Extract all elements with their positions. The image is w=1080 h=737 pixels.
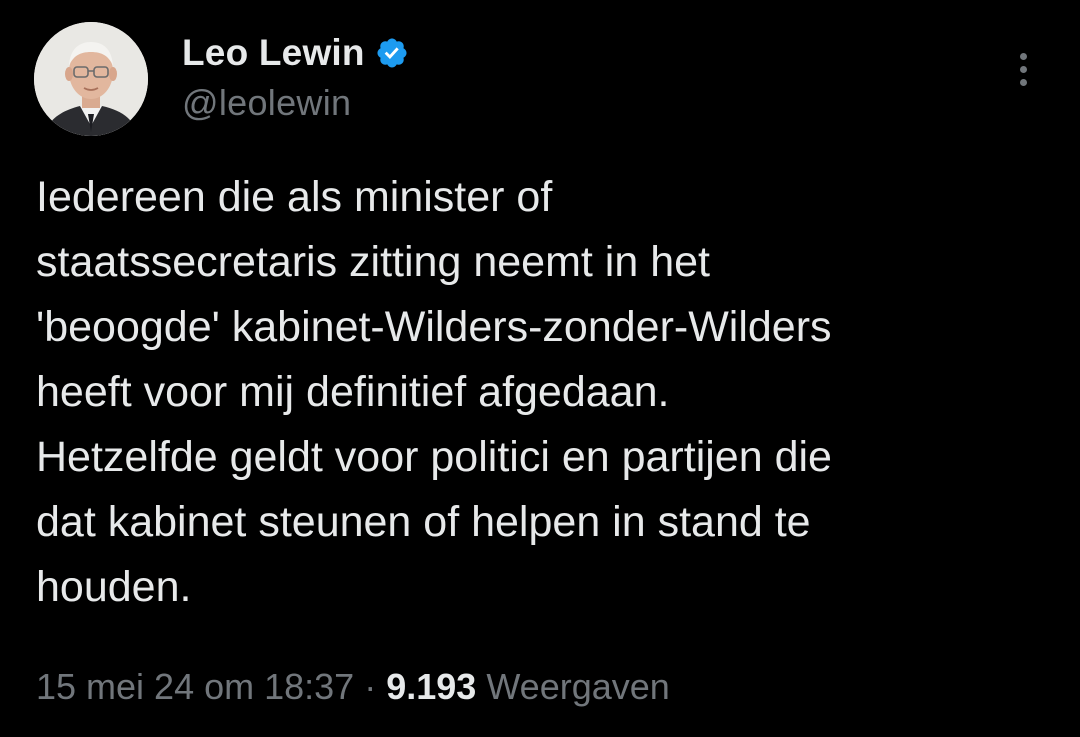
tweet-text-line: staatssecretaris zitting neemt in het [36, 238, 710, 286]
tweet: Leo Lewin @leolewin Iedereen die als min… [0, 0, 1080, 737]
views-count: 9.193 [386, 666, 477, 707]
author-name[interactable]: Leo Lewin [182, 32, 365, 74]
tweet-text-line: 'beoogde' kabinet-Wilders-zonder-Wilders [36, 303, 832, 351]
tweet-text-line: Iedereen die als minister of [36, 173, 553, 221]
meta-separator: · [364, 666, 377, 707]
tweet-text-line: heeft voor mij definitief afgedaan. [36, 368, 670, 416]
author-name-row: Leo Lewin [182, 30, 409, 76]
verified-badge-icon [375, 36, 409, 70]
more-options-icon[interactable] [1004, 46, 1042, 92]
tweet-text: Iedereen die als minister of staatssecre… [36, 165, 1046, 620]
tweet-text-line: dat kabinet steunen of helpen in stand t… [36, 498, 811, 546]
more-dot [1019, 78, 1027, 86]
tweet-timestamp[interactable]: 15 mei 24 om 18:37 [36, 666, 354, 707]
tweet-meta: 15 mei 24 om 18:37 · 9.193 Weergaven [36, 666, 670, 708]
tweet-text-line: houden. [36, 563, 192, 611]
author-handle[interactable]: @leolewin [182, 82, 351, 124]
views-label: Weergaven [486, 666, 670, 707]
avatar[interactable] [34, 22, 148, 136]
more-dot [1019, 52, 1027, 60]
more-dot [1019, 65, 1027, 73]
avatar-photo [34, 22, 148, 136]
tweet-text-line: Hetzelfde geldt voor politici en partije… [36, 433, 832, 481]
